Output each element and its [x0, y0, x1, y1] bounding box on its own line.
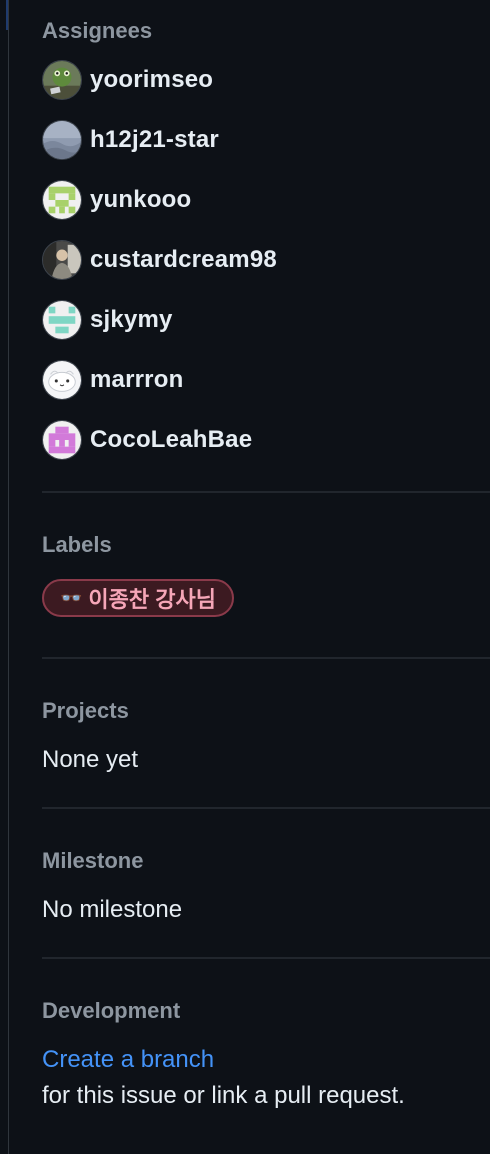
assignee-name[interactable]: sjkymy [90, 306, 173, 334]
label-text: 이종찬 강사님 [88, 587, 216, 612]
development-heading[interactable]: Development [42, 997, 490, 1025]
issue-sidebar-frame: Assignees yoorimseo h12j21-star yunkooo … [0, 0, 490, 1154]
assignee-name[interactable]: yoorimseo [90, 66, 213, 94]
assignees-section: Assignees yoorimseo h12j21-star yunkooo … [42, 0, 490, 461]
avatar-cocoleahbae[interactable] [42, 420, 82, 460]
development-section: Development Create a branch for this iss… [42, 959, 490, 1111]
assignee-name[interactable]: yunkooo [90, 186, 191, 214]
projects-heading[interactable]: Projects [42, 697, 490, 725]
eyeglasses-icon: 👓 [60, 587, 82, 608]
projects-section: Projects None yet [42, 659, 490, 775]
avatar-yoorimseo[interactable] [42, 60, 82, 100]
development-description: for this issue or link a pull request. [42, 1082, 405, 1109]
assignee-item[interactable]: yunkooo [42, 179, 490, 221]
assignee-item[interactable]: CocoLeahBae [42, 419, 490, 461]
main-column-border [8, 0, 9, 1154]
assignee-name[interactable]: marrron [90, 366, 183, 394]
assignees-heading[interactable]: Assignees [42, 17, 490, 45]
main-column-corner [0, 0, 8, 30]
assignee-item[interactable]: sjkymy [42, 299, 490, 341]
labels-heading[interactable]: Labels [42, 531, 490, 559]
assignee-item[interactable]: yoorimseo [42, 59, 490, 101]
assignee-item[interactable]: custardcream98 [42, 239, 490, 281]
milestone-section: Milestone No milestone [42, 809, 490, 925]
assignee-name[interactable]: h12j21-star [90, 126, 219, 154]
avatar-marrron[interactable] [42, 360, 82, 400]
avatar-yunkooo[interactable] [42, 180, 82, 220]
assignee-name[interactable]: custardcream98 [90, 246, 277, 274]
create-branch-link[interactable]: Create a branch [42, 1045, 490, 1075]
projects-value: None yet [42, 746, 139, 773]
issue-sidebar: Assignees yoorimseo h12j21-star yunkooo … [42, 0, 490, 1111]
development-body: Create a branch for this issue or link a… [42, 1045, 490, 1111]
assignee-item[interactable]: marrron [42, 359, 490, 401]
avatar-custardcream98[interactable] [42, 240, 82, 280]
avatar-sjkymy[interactable] [42, 300, 82, 340]
milestone-heading[interactable]: Milestone [42, 847, 490, 875]
assignee-item[interactable]: h12j21-star [42, 119, 490, 161]
avatar-h12j21-star[interactable] [42, 120, 82, 160]
labels-section: Labels 👓 이종찬 강사님 [42, 493, 490, 617]
label-badge[interactable]: 👓 이종찬 강사님 [42, 579, 234, 617]
assignee-name[interactable]: CocoLeahBae [90, 426, 252, 454]
labels-list: 👓 이종찬 강사님 [42, 579, 490, 617]
milestone-value: No milestone [42, 896, 183, 923]
